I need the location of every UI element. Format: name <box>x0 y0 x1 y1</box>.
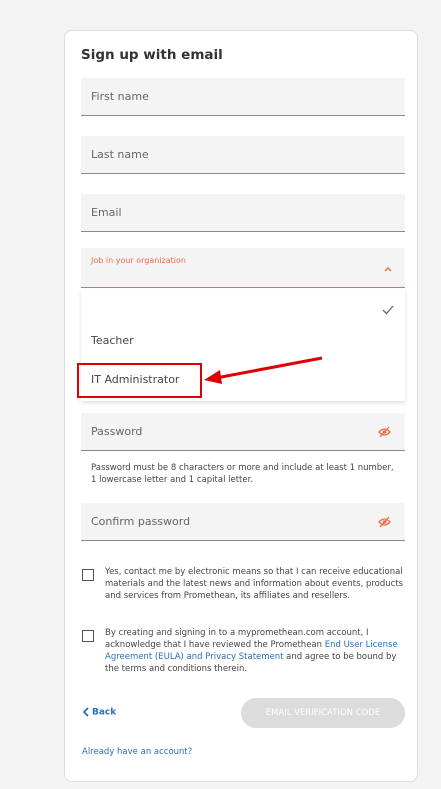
email-field[interactable]: Email <box>81 194 405 232</box>
signup-card: Sign up with email First name Last name … <box>64 30 418 782</box>
checkmark-icon <box>382 305 394 315</box>
form-title: Sign up with email <box>81 47 223 63</box>
password-placeholder: Password <box>91 425 143 438</box>
back-label: Back <box>92 707 117 718</box>
already-have-account-link[interactable]: Already have an account? <box>82 747 192 757</box>
first-name-field[interactable]: First name <box>81 78 405 116</box>
chevron-left-icon <box>82 707 89 717</box>
terms-consent-checkbox[interactable] <box>82 630 94 642</box>
eye-off-icon[interactable] <box>378 516 391 528</box>
job-label: Job in your organization <box>91 256 186 265</box>
first-name-placeholder: First name <box>91 90 149 103</box>
job-select[interactable]: Job in your organization <box>81 248 405 288</box>
confirm-password-placeholder: Confirm password <box>91 515 191 528</box>
terms-consent-text: By creating and signing in to a mypromet… <box>105 627 405 675</box>
annotation-highlight-box <box>77 363 202 398</box>
annotation-arrow-icon <box>204 356 323 384</box>
email-verification-code-button[interactable]: EMAIL VERIFICATION CODE <box>241 698 405 728</box>
contact-consent-text: Yes, contact me by electronic means so t… <box>105 567 404 601</box>
email-placeholder: Email <box>91 206 122 219</box>
password-field[interactable]: Password <box>81 413 405 451</box>
option-teacher[interactable]: Teacher <box>91 334 134 347</box>
last-name-field[interactable]: Last name <box>81 136 405 174</box>
chevron-up-icon <box>384 266 392 272</box>
password-hint: Password must be 8 characters or more an… <box>91 463 394 485</box>
back-button[interactable]: Back <box>82 707 116 718</box>
last-name-placeholder: Last name <box>91 148 149 161</box>
confirm-password-field[interactable]: Confirm password <box>81 503 405 541</box>
eye-off-icon[interactable] <box>378 426 391 438</box>
contact-consent-checkbox[interactable] <box>82 569 94 581</box>
